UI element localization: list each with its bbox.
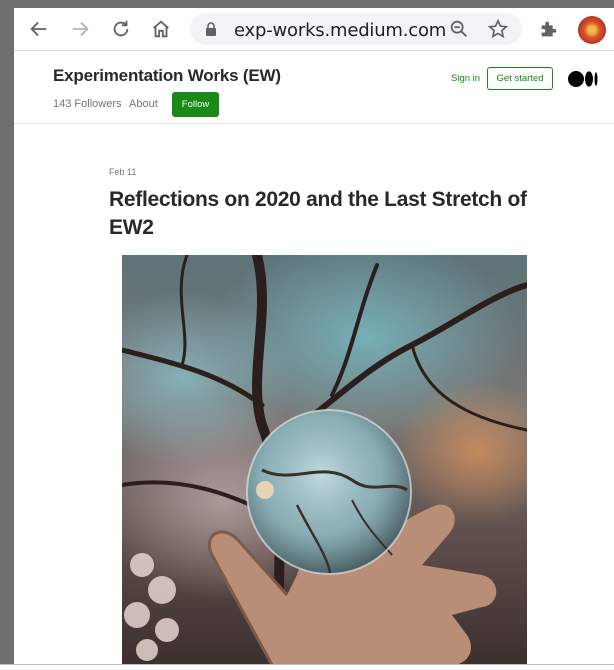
window-frame-bottom <box>0 664 614 670</box>
crystal-ball-photo <box>122 255 527 665</box>
followers-count[interactable]: 143 Followers <box>53 98 121 110</box>
follow-button[interactable]: Follow <box>172 92 219 117</box>
window-frame-left <box>0 0 14 669</box>
lock-icon[interactable] <box>203 21 219 37</box>
get-started-button[interactable]: Get started <box>487 67 553 90</box>
about-link[interactable]: About <box>129 98 158 110</box>
home-icon[interactable] <box>150 18 172 40</box>
medium-logo-icon[interactable] <box>568 70 598 88</box>
back-arrow-icon[interactable] <box>28 18 50 40</box>
star-icon[interactable] <box>487 18 509 40</box>
url-text[interactable]: exp-works.medium.com <box>234 20 446 41</box>
publication-title[interactable]: Experimentation Works (EW) <box>53 66 281 86</box>
post-title[interactable]: Reflections on 2020 and the Last Stretch… <box>109 186 539 242</box>
sign-in-link[interactable]: Sign in <box>451 73 480 84</box>
profile-avatar[interactable] <box>578 16 606 44</box>
extensions-puzzle-icon[interactable] <box>538 18 560 40</box>
publication-header: Experimentation Works (EW) 143 Followers… <box>14 51 614 124</box>
reload-icon[interactable] <box>110 18 132 40</box>
forward-arrow-icon[interactable] <box>69 18 91 40</box>
post-hero-image <box>122 255 527 665</box>
window-frame-top <box>0 0 614 8</box>
address-bar[interactable]: exp-works.medium.com <box>190 13 522 45</box>
post-date: Feb 11 <box>109 167 137 177</box>
zoom-icon[interactable] <box>448 18 470 40</box>
browser-toolbar: exp-works.medium.com <box>14 8 614 51</box>
